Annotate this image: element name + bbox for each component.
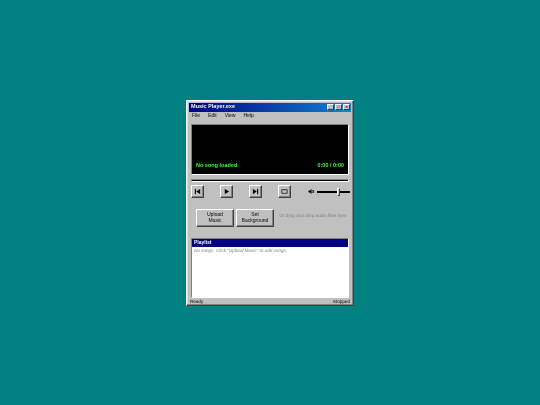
playlist-panel: Playlist No songs. Click "Upload Music" … (191, 238, 349, 298)
play-button[interactable] (220, 185, 233, 198)
now-playing-display: No song loaded 0:00 / 0:00 (191, 124, 349, 175)
close-button[interactable]: × (343, 104, 350, 110)
window-controls: _ □ × (327, 104, 350, 110)
menu-view[interactable]: View (225, 113, 236, 120)
music-player-window: Music Player.exe _ □ × File Edit View He… (186, 100, 354, 306)
previous-button[interactable] (191, 185, 204, 198)
window-title: Music Player.exe (191, 104, 236, 110)
progress-bar[interactable] (191, 179, 349, 182)
upload-music-button[interactable]: Upload Music (196, 209, 234, 227)
minimize-button[interactable]: _ (327, 104, 334, 110)
volume-slider-thumb[interactable] (336, 188, 340, 196)
status-ready: Ready (190, 299, 204, 304)
title-bar[interactable]: Music Player.exe _ □ × (189, 103, 351, 112)
menu-file[interactable]: File (192, 113, 200, 120)
set-background-button[interactable]: Set Background (236, 209, 274, 227)
playlist-empty-message: No songs. Click "Upload Music" to add so… (194, 248, 288, 253)
song-title: No song loaded (196, 163, 238, 169)
next-button[interactable] (249, 185, 262, 198)
status-bar: Ready Stopped (189, 299, 351, 305)
speaker-icon (308, 188, 315, 195)
menu-edit[interactable]: Edit (208, 113, 217, 120)
volume-slider-track[interactable] (317, 191, 350, 193)
skip-next-icon (252, 188, 259, 195)
menu-bar: File Edit View Help (189, 113, 351, 120)
song-time: 0:00 / 0:00 (317, 163, 344, 169)
maximize-button[interactable]: □ (335, 104, 342, 110)
drop-zone-hint[interactable]: Or drag and drop audio files here (277, 213, 349, 219)
playlist-header: Playlist (192, 239, 348, 247)
status-playback: Stopped (332, 299, 350, 304)
repeat-icon (281, 189, 288, 194)
skip-previous-icon (194, 188, 201, 195)
repeat-button[interactable] (278, 185, 291, 198)
play-icon (224, 188, 230, 195)
menu-help[interactable]: Help (243, 113, 253, 120)
